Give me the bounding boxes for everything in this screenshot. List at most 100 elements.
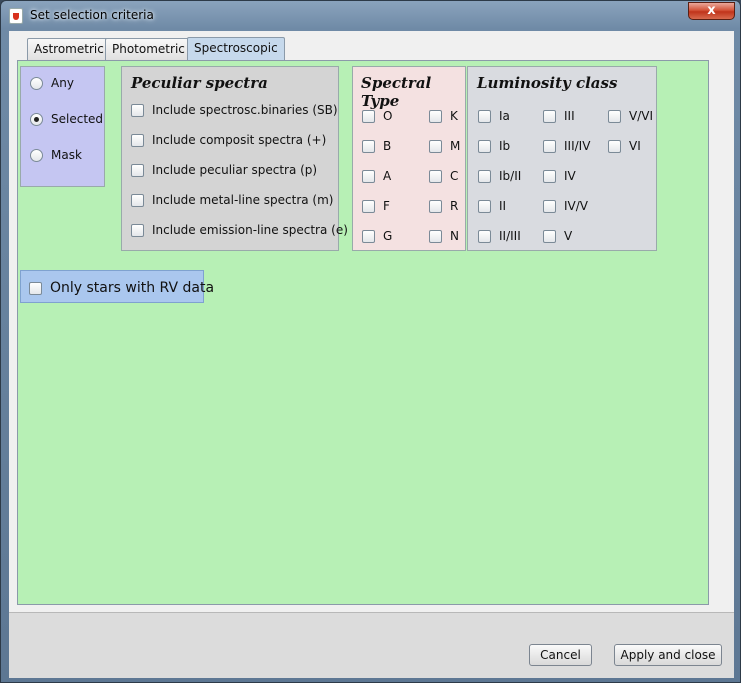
checkbox[interactable] xyxy=(131,223,144,237)
checkbox[interactable] xyxy=(429,229,442,243)
checkbox-lum-vi[interactable]: VI xyxy=(608,139,641,153)
checkbox[interactable] xyxy=(429,139,442,153)
checkbox-lum-ia[interactable]: Ia xyxy=(478,109,510,123)
checkbox-spectral-c[interactable]: C xyxy=(429,169,458,183)
checkbox[interactable] xyxy=(131,103,144,117)
checkbox-spectral-b[interactable]: B xyxy=(362,139,391,153)
checkbox-label: II/III xyxy=(499,229,521,243)
checkbox[interactable] xyxy=(131,133,144,147)
dialog-content: Astrometric Photometric Spectroscopic An… xyxy=(9,31,734,678)
checkbox[interactable] xyxy=(543,199,556,213)
checkbox[interactable] xyxy=(429,109,442,123)
cancel-button[interactable]: Cancel xyxy=(529,644,592,666)
checkbox-rv-data[interactable]: Only stars with RV data xyxy=(29,280,214,296)
radio-button[interactable] xyxy=(30,148,43,162)
checkbox[interactable] xyxy=(478,109,491,123)
tab-photometric[interactable]: Photometric xyxy=(105,38,192,60)
checkbox-lum-ii[interactable]: II xyxy=(478,199,506,213)
java-app-icon xyxy=(9,8,23,24)
checkbox-lum-ib-ii[interactable]: Ib/II xyxy=(478,169,521,183)
checkbox-label: IV xyxy=(564,169,576,183)
checkbox-label: Include emission-line spectra (e) xyxy=(152,223,348,237)
checkbox[interactable] xyxy=(362,169,375,183)
checkbox-label: VI xyxy=(629,139,641,153)
checkbox-spectral-m[interactable]: M xyxy=(429,139,460,153)
peculiar-spectra-title: Peculiar spectra xyxy=(131,74,268,92)
checkbox[interactable] xyxy=(478,139,491,153)
checkbox[interactable] xyxy=(543,169,556,183)
checkbox-label: C xyxy=(450,169,459,183)
radio-button-checked[interactable] xyxy=(30,112,43,126)
checkbox[interactable] xyxy=(362,109,375,123)
checkbox-lum-iii-iv[interactable]: III/IV xyxy=(543,139,590,153)
checkbox[interactable] xyxy=(543,109,556,123)
checkbox-lum-v[interactable]: V xyxy=(543,229,572,243)
checkbox-label: Include peculiar spectra (p) xyxy=(152,163,318,177)
checkbox[interactable] xyxy=(478,199,491,213)
apply-and-close-button[interactable]: Apply and close xyxy=(614,644,722,666)
checkbox-lum-ii-iii[interactable]: II/III xyxy=(478,229,521,243)
tab-container: Astrometric Photometric Spectroscopic An… xyxy=(15,33,709,605)
checkbox-spectral-n[interactable]: N xyxy=(429,229,459,243)
checkbox-lum-iv[interactable]: IV xyxy=(543,169,576,183)
checkbox-label: K xyxy=(450,109,458,123)
checkbox-label: Include composit spectra (+) xyxy=(152,133,327,147)
radio-selected[interactable]: Selected xyxy=(30,112,103,126)
luminosity-class-title: Luminosity class xyxy=(477,74,618,92)
checkbox-label: A xyxy=(383,169,392,183)
checkbox-composit[interactable]: Include composit spectra (+) xyxy=(131,133,326,147)
checkbox[interactable] xyxy=(608,109,621,123)
checkbox-label: Ia xyxy=(499,109,510,123)
button-bar: Cancel Apply and close xyxy=(9,612,734,678)
checkbox[interactable] xyxy=(362,229,375,243)
rv-data-group: Only stars with RV data xyxy=(20,270,214,303)
tab-spectroscopic[interactable]: Spectroscopic xyxy=(187,37,285,61)
checkbox-sb[interactable]: Include spectrosc.binaries (SB) xyxy=(131,103,338,117)
luminosity-class-group: Luminosity class Ia Ib Ib/II II II/III I… xyxy=(467,66,657,251)
checkbox-spectral-o[interactable]: O xyxy=(362,109,392,123)
checkbox[interactable] xyxy=(131,193,144,207)
spectroscopic-panel: Any Selected Mask Peculiar spectra Inclu… xyxy=(17,60,709,605)
title-bar[interactable]: Set selection criteria x xyxy=(1,1,740,31)
checkbox[interactable] xyxy=(478,169,491,183)
checkbox-spectral-g[interactable]: G xyxy=(362,229,392,243)
checkbox-lum-iv-v[interactable]: IV/V xyxy=(543,199,588,213)
checkbox-lum-v-vi[interactable]: V/VI xyxy=(608,109,653,123)
checkbox-label: Ib xyxy=(499,139,511,153)
checkbox-lum-iii[interactable]: III xyxy=(543,109,575,123)
checkbox-label: Include metal-line spectra (m) xyxy=(152,193,334,207)
tab-astrometric[interactable]: Astrometric xyxy=(27,38,111,60)
checkbox-spectral-r[interactable]: R xyxy=(429,199,458,213)
checkbox[interactable] xyxy=(131,163,144,177)
radio-any[interactable]: Any xyxy=(30,76,74,90)
checkbox-metal-line[interactable]: Include metal-line spectra (m) xyxy=(131,193,333,207)
checkbox-label: IV/V xyxy=(564,199,588,213)
radio-mask-label: Mask xyxy=(51,148,82,162)
checkbox[interactable] xyxy=(29,281,42,295)
dialog-window: Set selection criteria x Astrometric Pho… xyxy=(0,0,741,683)
checkbox[interactable] xyxy=(608,139,621,153)
checkbox[interactable] xyxy=(543,229,556,243)
checkbox[interactable] xyxy=(362,139,375,153)
checkbox[interactable] xyxy=(478,229,491,243)
window-title: Set selection criteria xyxy=(30,8,154,22)
close-button[interactable]: x xyxy=(688,2,735,20)
checkbox-label: II xyxy=(499,199,507,213)
checkbox-spectral-a[interactable]: A xyxy=(362,169,391,183)
checkbox[interactable] xyxy=(429,169,442,183)
checkbox-label: O xyxy=(383,109,393,123)
checkbox-lum-ib[interactable]: Ib xyxy=(478,139,510,153)
checkbox[interactable] xyxy=(362,199,375,213)
checkbox-label: III xyxy=(564,109,575,123)
checkbox[interactable] xyxy=(543,139,556,153)
peculiar-spectra-group: Peculiar spectra Include spectrosc.binar… xyxy=(121,66,348,251)
checkbox-spectral-f[interactable]: F xyxy=(362,199,390,213)
radio-mask[interactable]: Mask xyxy=(30,148,82,162)
spectral-type-title: Spectral Type xyxy=(361,74,432,110)
selection-mode-group: Any Selected Mask xyxy=(20,66,105,187)
checkbox-emission-line[interactable]: Include emission-line spectra (e) xyxy=(131,223,348,237)
checkbox-peculiar[interactable]: Include peculiar spectra (p) xyxy=(131,163,317,177)
checkbox[interactable] xyxy=(429,199,442,213)
checkbox-spectral-k[interactable]: K xyxy=(429,109,458,123)
radio-button[interactable] xyxy=(30,76,43,90)
